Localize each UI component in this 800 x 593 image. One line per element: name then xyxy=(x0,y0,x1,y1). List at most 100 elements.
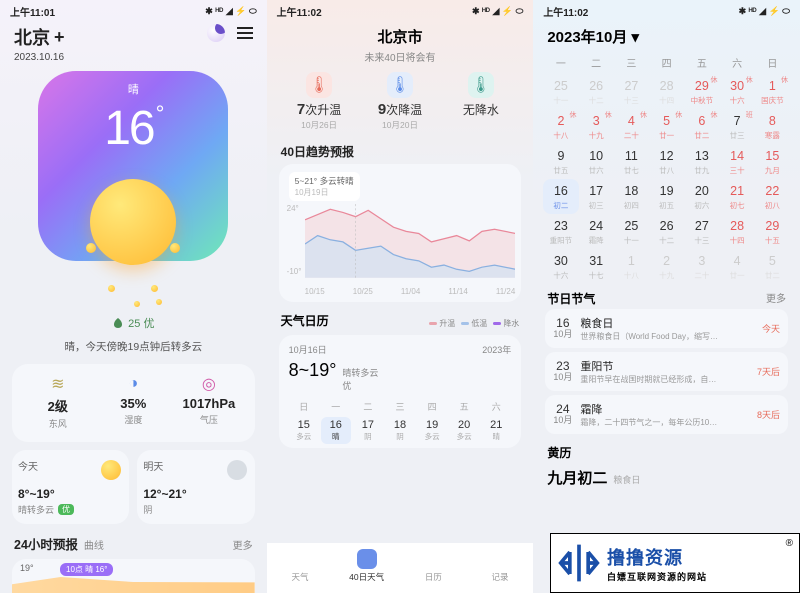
festival-card[interactable]: 2410月霜降霜降，二十四节气之一，每年公历10月23日…8天后 xyxy=(545,395,788,434)
hourly-mode[interactable]: 曲线 xyxy=(84,541,104,552)
festival-name: 霜降 xyxy=(580,401,749,417)
calendar-day[interactable]: 休29中秋节 xyxy=(684,74,719,109)
particle-icon xyxy=(156,299,162,305)
calendar-day[interactable]: 29十五 xyxy=(755,214,790,249)
calendar-day[interactable]: 17初三 xyxy=(579,179,614,214)
calendar-day[interactable]: 15多云 xyxy=(289,417,319,444)
nav-tab[interactable]: 日历 xyxy=(400,543,467,593)
calendar-day[interactable]: 28十四 xyxy=(649,74,684,109)
nav-tab[interactable]: 天气 xyxy=(267,543,334,593)
calendar-day[interactable]: 30十六 xyxy=(543,249,578,284)
calendar-day[interactable]: 23重阳节 xyxy=(543,214,578,249)
stat-pressure[interactable]: ◎ 1017hPa 气压 xyxy=(171,376,247,430)
lunar-date[interactable]: 九月初二粮食日 xyxy=(533,463,800,492)
forecast-stat[interactable]: 🌡 9次降温 10月20日 xyxy=(360,72,441,131)
calendar-day[interactable]: 26十二 xyxy=(649,214,684,249)
calendar-day[interactable]: 10廿六 xyxy=(579,144,614,179)
stat-label: 气压 xyxy=(171,413,247,426)
festival-card[interactable]: 2310月重阳节重阳节早在战国时期就已经形成，自魏晋重…7天后 xyxy=(545,352,788,391)
calendar-day[interactable]: 18初四 xyxy=(614,179,649,214)
calendar-day[interactable]: 休3十九 xyxy=(579,109,614,144)
hourly-temp: 19° xyxy=(20,563,34,573)
stat-wind[interactable]: ≋ 2级 东风 xyxy=(20,376,96,430)
calendar-day[interactable]: 班7廿三 xyxy=(719,109,754,144)
calendar-day[interactable]: 4廿一 xyxy=(719,249,754,284)
status-icons: ✱ ᴴᴰ ◢ ⚡ ⬭ xyxy=(205,6,256,17)
stat-humidity[interactable]: ◑ 35% 湿度 xyxy=(96,376,172,430)
calendar-day[interactable]: 31十七 xyxy=(579,249,614,284)
day-temp: 12°~21° xyxy=(143,487,248,501)
calendar-day[interactable]: 休1国庆节 xyxy=(755,74,790,109)
calendar-day[interactable]: 18阴 xyxy=(385,417,415,444)
calendar-day[interactable]: 20初六 xyxy=(684,179,719,214)
calendar-day[interactable]: 27十三 xyxy=(684,214,719,249)
calendar-day[interactable]: 休5廿一 xyxy=(649,109,684,144)
trend-chart[interactable]: 5~21° 多云转晴10月19日 24° -10° 10/1510/2511/0… xyxy=(279,164,522,302)
day-card[interactable]: 明天 12°~21° 阴 xyxy=(137,450,254,524)
calendar-day[interactable]: 16初二 xyxy=(543,179,578,214)
calendar-day[interactable]: 8寒露 xyxy=(755,109,790,144)
location-selector[interactable]: 北京 + xyxy=(14,24,65,50)
calendar-day[interactable]: 3二十 xyxy=(684,249,719,284)
status-time: 上午11:02 xyxy=(543,4,588,19)
calendar-day[interactable]: 28十四 xyxy=(719,214,754,249)
calendar-day[interactable]: 26十二 xyxy=(579,74,614,109)
festival-name: 重阳节 xyxy=(580,358,749,374)
weekday: 日 xyxy=(289,398,319,415)
calendar-day[interactable]: 休30十六 xyxy=(719,74,754,109)
calendar-day[interactable]: 休6廿二 xyxy=(684,109,719,144)
theme-toggle-icon[interactable] xyxy=(207,24,225,42)
festival-more-link[interactable]: 更多 xyxy=(766,290,786,307)
day-card[interactable]: 今天 8°~19° 晴转多云 优 xyxy=(12,450,129,524)
calendar-day[interactable]: 19多云 xyxy=(417,417,447,444)
weather-calendar[interactable]: 10月16日 2023年 8~19° 晴转多云优 日一二三四五六 15多云16晴… xyxy=(279,335,522,448)
calendar-day[interactable]: 19初五 xyxy=(649,179,684,214)
calendar-day[interactable]: 27十三 xyxy=(614,74,649,109)
status-icons: ✱ ᴴᴰ ◢ ⚡ ⬭ xyxy=(739,6,790,17)
condition-label: 晴 xyxy=(38,81,228,97)
menu-icon[interactable] xyxy=(237,26,253,40)
days-row: 今天 8°~19° 晴转多云 优 明天 12°~21° 阴 xyxy=(12,450,255,524)
weekday: 一 xyxy=(543,55,578,70)
calendar-day[interactable]: 24霜降 xyxy=(579,214,614,249)
festival-card[interactable]: 1610月粮食日世界粮食日（World Food Day，缩写为WFD…今天 xyxy=(545,309,788,348)
calendar-day[interactable]: 11廿七 xyxy=(614,144,649,179)
calendar-day[interactable]: 20多云 xyxy=(449,417,479,444)
month-grid[interactable]: 25十一26十二27十三28十四休29中秋节休30十六休1国庆节休2十八休3十九… xyxy=(543,74,790,284)
festival-desc: 霜降，二十四节气之一，每年公历10月23日… xyxy=(580,417,720,428)
festival-desc: 重阳节早在战国时期就已经形成，自魏晋重… xyxy=(580,374,720,385)
hourly-chart[interactable]: 19° 10点 晴 16° xyxy=(12,559,255,593)
calendar-day[interactable]: 16晴 xyxy=(321,417,351,444)
nav-tab[interactable]: 40日天气 xyxy=(333,543,400,593)
calendar-day[interactable]: 5廿二 xyxy=(755,249,790,284)
calendar-day[interactable]: 1十八 xyxy=(614,249,649,284)
forecast-stat[interactable]: 🌡 7次升温 10月26日 xyxy=(279,72,360,131)
nav-icon xyxy=(290,549,310,569)
calendar-year: 2023年 xyxy=(482,343,511,356)
calendar-day[interactable]: 17阴 xyxy=(353,417,383,444)
y-axis-label: -10° xyxy=(287,267,302,276)
calendar-day[interactable]: 9廿五 xyxy=(543,144,578,179)
stat-label: 东风 xyxy=(20,417,96,430)
weather-card[interactable]: 晴 16° xyxy=(38,71,228,261)
calendar-day[interactable]: 21初七 xyxy=(719,179,754,214)
calendar-day[interactable]: 2十九 xyxy=(649,249,684,284)
forecast-stat[interactable]: 🌡 无降水 xyxy=(440,72,521,131)
calendar-day[interactable]: 休4二十 xyxy=(614,109,649,144)
calendar-day[interactable]: 13廿九 xyxy=(684,144,719,179)
calendar-day[interactable]: 14三十 xyxy=(719,144,754,179)
calendar-day[interactable]: 21晴 xyxy=(481,417,511,444)
current-date: 2023.10.16 xyxy=(14,52,65,63)
calendar-day[interactable]: 25十一 xyxy=(614,214,649,249)
add-location-icon[interactable]: + xyxy=(54,27,65,48)
calendar-day[interactable]: 休2十八 xyxy=(543,109,578,144)
nav-tab[interactable]: 记录 xyxy=(467,543,534,593)
calendar-day[interactable]: 12廿八 xyxy=(649,144,684,179)
calendar-day[interactable]: 25十一 xyxy=(543,74,578,109)
aqi-badge[interactable]: 25 优 xyxy=(0,315,267,331)
hourly-more-link[interactable]: 更多 xyxy=(233,537,253,552)
month-selector[interactable]: 2023年10月 ▾ xyxy=(533,22,800,53)
calendar-day[interactable]: 15九月 xyxy=(755,144,790,179)
hourly-curve xyxy=(12,577,255,593)
calendar-day[interactable]: 22初八 xyxy=(755,179,790,214)
